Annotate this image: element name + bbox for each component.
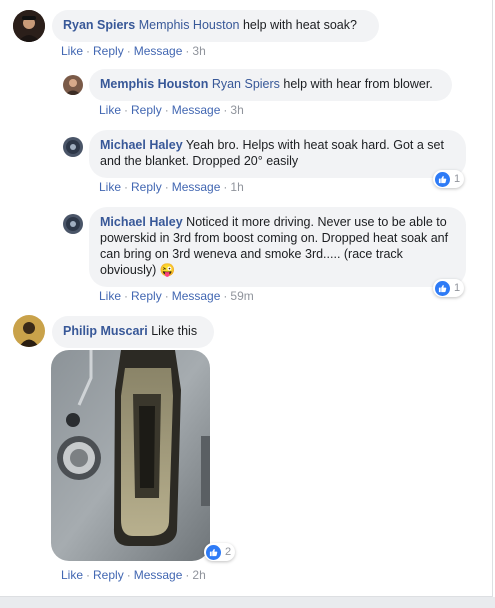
- comment-actions: Like · Reply · Message · 2h: [61, 568, 206, 582]
- avatar-photo: [13, 10, 45, 42]
- avatar[interactable]: [63, 137, 83, 157]
- message-button[interactable]: Message: [134, 568, 183, 582]
- reply-button[interactable]: Reply: [131, 289, 162, 303]
- comment-time[interactable]: 59m: [230, 289, 253, 303]
- avatar[interactable]: [13, 10, 45, 42]
- reaction-count[interactable]: 2: [204, 543, 236, 561]
- reaction-count[interactable]: 1: [433, 279, 465, 297]
- comment-time[interactable]: 1h: [230, 180, 243, 194]
- winking-tongue-emoji: 😜: [159, 263, 176, 277]
- like-button[interactable]: Like: [61, 568, 83, 582]
- avatar[interactable]: [63, 75, 83, 95]
- page-background-strip: [0, 597, 495, 608]
- photo-image: [51, 350, 210, 561]
- comment-bubble: Philip Muscari Like this: [52, 316, 214, 348]
- message-button[interactable]: Message: [172, 289, 221, 303]
- avatar-photo: [63, 214, 83, 234]
- comment-bubble: Ryan Spiers Memphis Houston help with he…: [52, 10, 379, 42]
- reply-button[interactable]: Reply: [131, 103, 162, 117]
- reaction-count[interactable]: 1: [433, 170, 465, 188]
- comment-text: Like this: [147, 324, 198, 338]
- reply-button[interactable]: Reply: [93, 44, 124, 58]
- like-icon: [206, 544, 221, 560]
- comment-time[interactable]: 3h: [230, 103, 243, 117]
- mentioned-user[interactable]: Ryan Spiers: [212, 77, 280, 91]
- comment-bubble: Michael Haley Noticed it more driving. N…: [89, 207, 466, 287]
- avatar-photo: [63, 137, 83, 157]
- comment-text: help with hear from blower.: [279, 77, 433, 91]
- comment-time[interactable]: 2h: [192, 568, 205, 582]
- comment-actions: Like · Reply · Message · 3h: [61, 44, 206, 58]
- like-button[interactable]: Like: [99, 289, 121, 303]
- mentioned-user[interactable]: Memphis Houston: [139, 18, 240, 32]
- reaction-total: 1: [454, 282, 461, 294]
- comment-actions: Like · Reply · Message · 1h: [99, 180, 244, 194]
- comment-author[interactable]: Ryan Spiers: [63, 18, 135, 32]
- comment-author[interactable]: Michael Haley: [100, 138, 183, 152]
- like-button[interactable]: Like: [99, 180, 121, 194]
- comment-author[interactable]: Philip Muscari: [63, 324, 148, 338]
- comment-bubble: Memphis Houston Ryan Spiers help with he…: [89, 69, 452, 101]
- like-button[interactable]: Like: [61, 44, 83, 58]
- comment-time[interactable]: 3h: [192, 44, 205, 58]
- message-button[interactable]: Message: [134, 44, 183, 58]
- reaction-total: 1: [454, 173, 461, 185]
- message-button[interactable]: Message: [172, 180, 221, 194]
- reply-button[interactable]: Reply: [131, 180, 162, 194]
- comment-text: help with heat soak?: [239, 18, 357, 32]
- comment-author[interactable]: Michael Haley: [100, 215, 183, 229]
- comment-actions: Like · Reply · Message · 59m: [99, 289, 254, 303]
- message-button[interactable]: Message: [172, 103, 221, 117]
- reply-button[interactable]: Reply: [93, 568, 124, 582]
- like-button[interactable]: Like: [99, 103, 121, 117]
- like-icon: [435, 171, 450, 187]
- like-icon: [435, 280, 450, 296]
- avatar[interactable]: [63, 214, 83, 234]
- comment-author[interactable]: Memphis Houston: [100, 77, 208, 91]
- attached-photo[interactable]: [51, 350, 210, 561]
- reaction-total: 2: [225, 546, 232, 558]
- avatar-photo: [13, 315, 45, 347]
- avatar[interactable]: [13, 315, 45, 347]
- avatar-photo: [63, 75, 83, 95]
- comment-actions: Like · Reply · Message · 3h: [99, 103, 244, 117]
- comment-bubble: Michael Haley Yeah bro. Helps with heat …: [89, 130, 466, 178]
